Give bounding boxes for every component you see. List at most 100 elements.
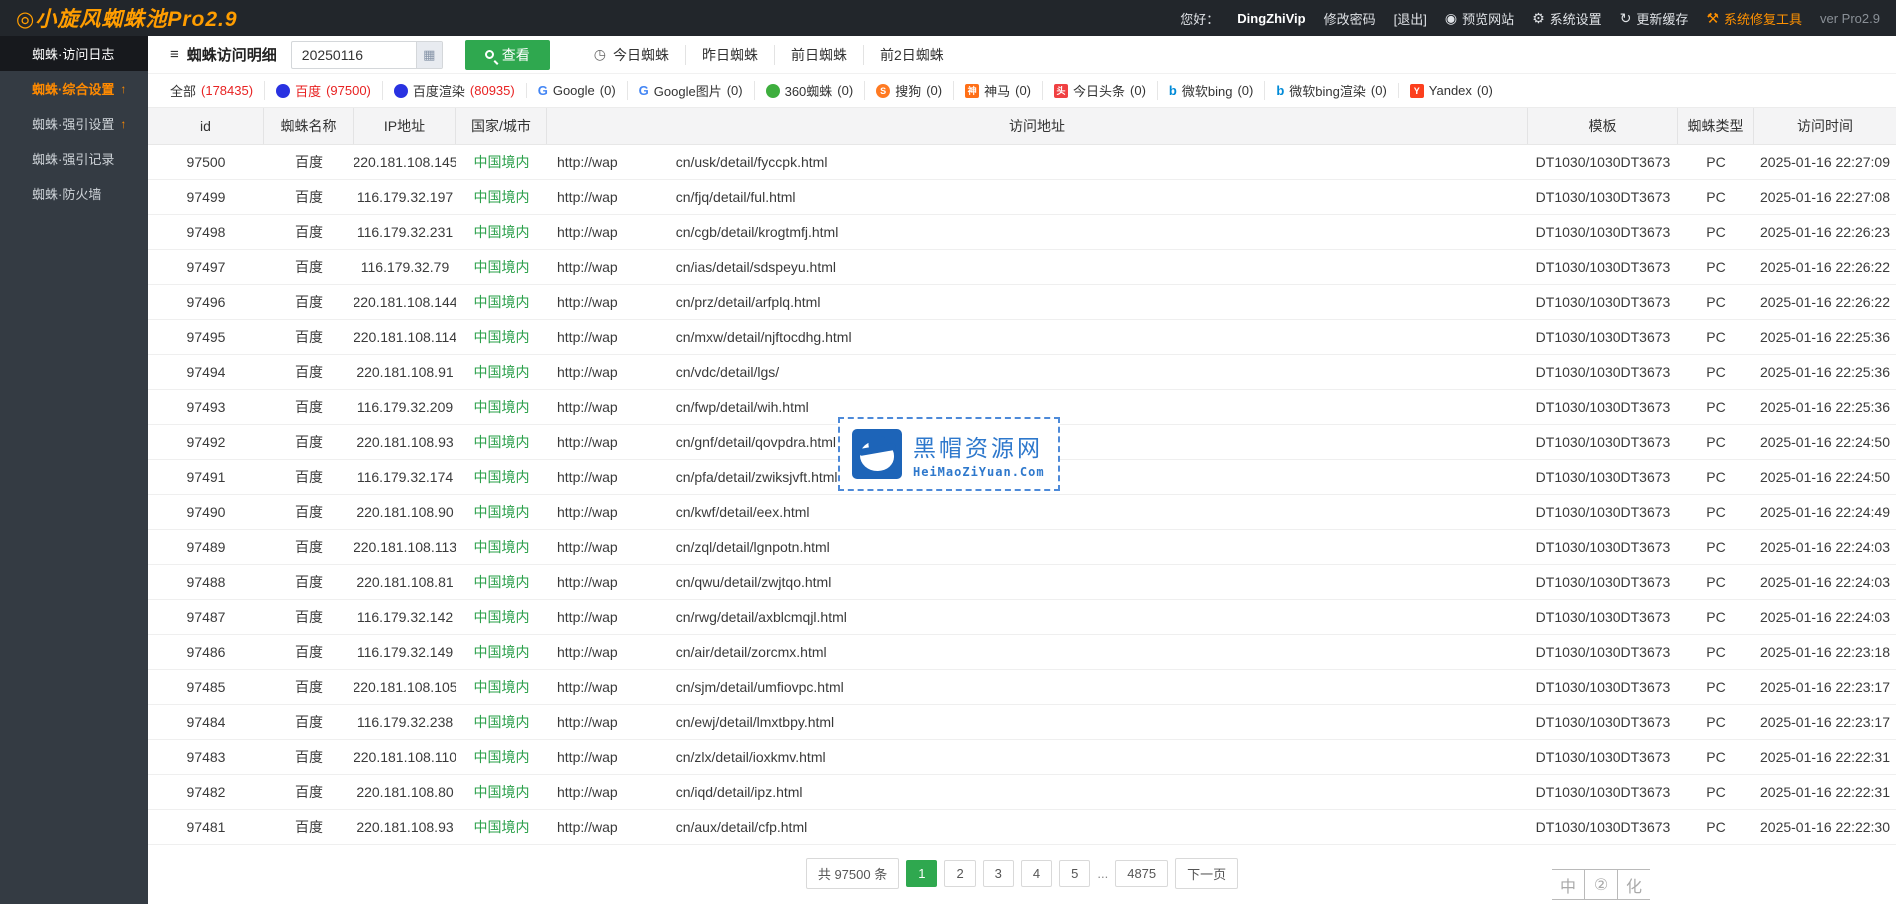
spider-filter[interactable]: b 微软bing (0) (1157, 81, 1264, 100)
system-settings-link[interactable]: ⚙ 系统设置 (1532, 9, 1602, 28)
spider-filter[interactable]: G Google (0) (526, 83, 627, 98)
page-button[interactable]: 3 (983, 860, 1014, 887)
last-page-button[interactable]: 4875 (1115, 860, 1168, 887)
repair-tool-link[interactable]: ⚒ 系统修复工具 (1706, 9, 1802, 28)
greeting-text: 您好： (1180, 9, 1219, 28)
spider-filter[interactable]: 百度 (97500) (264, 81, 382, 100)
cell-id: 97497 (148, 250, 264, 284)
spider-icon: S (876, 84, 890, 98)
spider-filter[interactable]: 头 今日头条 (0) (1042, 81, 1157, 100)
day-filter-link[interactable]: ◷ 今日蜘蛛 (578, 45, 685, 65)
cell-id: 97489 (148, 530, 264, 564)
censored-domain (618, 670, 676, 704)
table-row: 97488 百度 220.181.108.81 中国境内 http://wapc… (148, 565, 1896, 600)
cell-ip: 220.181.108.114 (354, 320, 456, 354)
preview-icon: ◉ (1445, 10, 1457, 27)
cell-ip: 220.181.108.113 (354, 530, 456, 564)
view-button[interactable]: 查看 (465, 40, 550, 70)
table-row: 97494 百度 220.181.108.91 中国境内 http://wapc… (148, 355, 1896, 390)
cell-spider-name: 百度 (264, 740, 354, 774)
logout-link[interactable]: [退出] (1394, 9, 1427, 28)
cell-spider-type: PC (1678, 705, 1754, 739)
censored-domain (618, 215, 676, 249)
censored-domain (618, 775, 676, 809)
censored-domain (618, 390, 676, 424)
cell-visit-time: 2025-01-16 22:24:49 (1754, 495, 1896, 529)
sidebar-item[interactable]: 蜘蛛·访问日志 (0, 36, 148, 71)
cell-spider-type: PC (1678, 530, 1754, 564)
spider-filter[interactable]: 神 神马 (0) (953, 81, 1042, 100)
page-button[interactable]: 4 (1021, 860, 1052, 887)
cell-region: 中国境内 (456, 390, 547, 424)
day-filter-link[interactable]: 前日蜘蛛 (774, 45, 863, 65)
day-filter-link[interactable]: 前2日蜘蛛 (863, 45, 960, 65)
spider-filter[interactable]: 百度渲染 (80935) (382, 81, 526, 100)
cell-id: 97483 (148, 740, 264, 774)
sidebar-item[interactable]: 蜘蛛·强引记录 (0, 141, 148, 176)
spider-filter-bar: 全部 (178435) 百度 (97500) 百度渲染 (80935) G Go… (148, 74, 1896, 107)
cell-spider-type: PC (1678, 460, 1754, 494)
calendar-icon[interactable]: ▦ (416, 42, 442, 68)
sidebar-item[interactable]: 蜘蛛·防火墙 (0, 176, 148, 211)
cell-url: http://wapcn/fjq/detail/ful.html (547, 180, 1528, 214)
spider-filter[interactable]: S 搜狗 (0) (864, 81, 953, 100)
cell-spider-name: 百度 (264, 180, 354, 214)
cell-ip: 116.179.32.209 (354, 390, 456, 424)
cell-region: 中国境内 (456, 600, 547, 634)
spider-icon: b (1276, 83, 1284, 98)
page-button[interactable]: 1 (906, 860, 937, 887)
cell-region: 中国境内 (456, 670, 547, 704)
preview-site-link[interactable]: ◉ 预览网站 (1445, 9, 1514, 28)
table-row: 97485 百度 220.181.108.105 中国境内 http://wap… (148, 670, 1896, 705)
cell-url: http://wapcn/rwg/detail/axblcmqjl.html (547, 600, 1528, 634)
sidebar-item[interactable]: 蜘蛛·综合设置 ↑ (0, 71, 148, 106)
cell-spider-name: 百度 (264, 530, 354, 564)
spider-count: (0) (1130, 83, 1146, 98)
censored-domain (618, 740, 676, 774)
cell-spider-type: PC (1678, 355, 1754, 389)
cell-visit-time: 2025-01-16 22:27:09 (1754, 145, 1896, 179)
cell-template: DT1030/1030DT3673 (1528, 250, 1678, 284)
page-button[interactable]: 2 (944, 860, 975, 887)
spider-filter[interactable]: G Google图片 (0) (627, 81, 754, 100)
cell-id: 97491 (148, 460, 264, 494)
sidebar-item-label: 蜘蛛·强引设置 (32, 114, 114, 133)
sidebar-item-label: 蜘蛛·访问日志 (32, 44, 114, 63)
cell-spider-name: 百度 (264, 565, 354, 599)
cell-spider-name: 百度 (264, 775, 354, 809)
cell-template: DT1030/1030DT3673 (1528, 355, 1678, 389)
spider-filter[interactable]: 全部 (178435) (170, 81, 264, 100)
spider-filter[interactable]: b 微软bing渲染 (0) (1264, 81, 1397, 100)
version-text: ver Pro2.9 (1820, 11, 1880, 26)
cell-id: 97484 (148, 705, 264, 739)
spider-filter[interactable]: 360蜘蛛 (0) (754, 81, 865, 100)
cell-region: 中国境内 (456, 180, 547, 214)
day-filter-link[interactable]: 昨日蜘蛛 (685, 45, 774, 65)
cell-url: http://wapcn/iqd/detail/ipz.html (547, 775, 1528, 809)
cell-template: DT1030/1030DT3673 (1528, 145, 1678, 179)
page-button[interactable]: 5 (1059, 860, 1090, 887)
cell-visit-time: 2025-01-16 22:24:50 (1754, 460, 1896, 494)
cell-spider-type: PC (1678, 250, 1754, 284)
cell-region: 中国境内 (456, 705, 547, 739)
censored-domain (618, 635, 676, 669)
cell-visit-time: 2025-01-16 22:24:03 (1754, 600, 1896, 634)
cell-region: 中国境内 (456, 775, 547, 809)
cell-visit-time: 2025-01-16 22:25:36 (1754, 390, 1896, 424)
watermark-title: 黑帽资源网 (913, 429, 1045, 463)
cell-id: 97490 (148, 495, 264, 529)
spider-filter[interactable]: Y Yandex (0) (1398, 83, 1504, 98)
sidebar-item[interactable]: 蜘蛛·强引设置 ↑ (0, 106, 148, 141)
refresh-icon: ↻ (1620, 10, 1632, 27)
cell-spider-name: 百度 (264, 460, 354, 494)
cell-visit-time: 2025-01-16 22:22:31 (1754, 740, 1896, 774)
cell-spider-type: PC (1678, 390, 1754, 424)
cell-template: DT1030/1030DT3673 (1528, 670, 1678, 704)
change-password-link[interactable]: 修改密码 (1324, 9, 1376, 28)
update-cache-link[interactable]: ↻ 更新缓存 (1620, 9, 1689, 28)
censored-domain (618, 495, 676, 529)
censored-domain (618, 250, 676, 284)
next-page-button[interactable]: 下一页 (1175, 858, 1238, 889)
username[interactable]: DingZhiVip (1237, 11, 1305, 26)
cell-spider-type: PC (1678, 670, 1754, 704)
